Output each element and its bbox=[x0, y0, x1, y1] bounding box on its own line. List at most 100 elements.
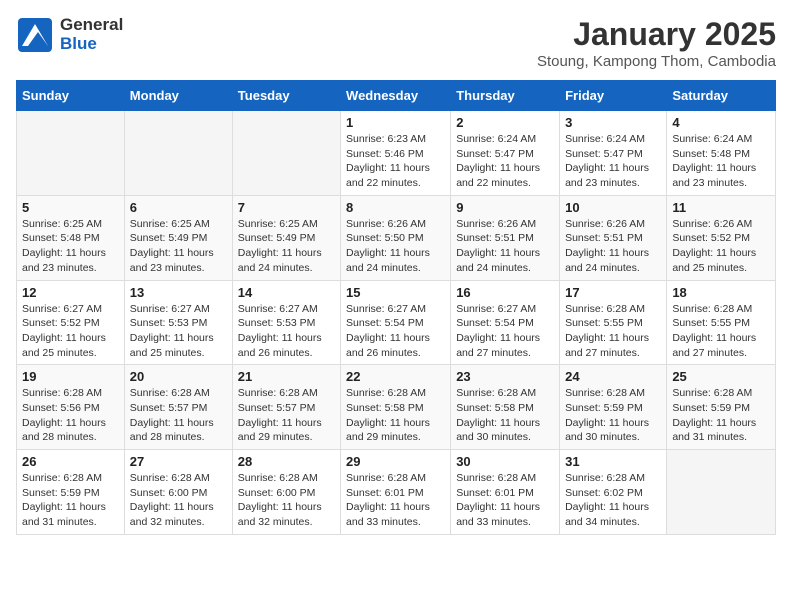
logo-general-text: General bbox=[60, 16, 123, 35]
day-number: 10 bbox=[565, 200, 661, 215]
day-number: 19 bbox=[22, 369, 119, 384]
calendar-cell: 8 Sunrise: 6:26 AM Sunset: 5:50 PM Daylig… bbox=[341, 195, 451, 280]
day-number: 31 bbox=[565, 454, 661, 469]
day-number: 23 bbox=[456, 369, 554, 384]
calendar-cell: 29 Sunrise: 6:28 AM Sunset: 6:01 PM Dayli… bbox=[341, 450, 451, 535]
day-info: Sunrise: 6:24 AM Sunset: 5:47 PM Dayligh… bbox=[456, 132, 554, 191]
day-number: 4 bbox=[672, 115, 770, 130]
calendar-cell bbox=[667, 450, 776, 535]
calendar-cell: 31 Sunrise: 6:28 AM Sunset: 6:02 PM Dayli… bbox=[560, 450, 667, 535]
day-number: 7 bbox=[238, 200, 335, 215]
day-number: 17 bbox=[565, 285, 661, 300]
logo: General Blue bbox=[16, 16, 123, 54]
day-number: 1 bbox=[346, 115, 445, 130]
day-info: Sunrise: 6:28 AM Sunset: 5:58 PM Dayligh… bbox=[346, 386, 445, 445]
day-info: Sunrise: 6:28 AM Sunset: 6:01 PM Dayligh… bbox=[456, 471, 554, 530]
calendar-week-row: 5Sunrise: 6:25 AM Sunset: 5:48 PM Daylig… bbox=[17, 195, 776, 280]
day-number: 27 bbox=[130, 454, 227, 469]
month-title: January 2025 bbox=[537, 16, 776, 53]
day-number: 12 bbox=[22, 285, 119, 300]
day-info: Sunrise: 6:27 AM Sunset: 5:54 PM Dayligh… bbox=[456, 302, 554, 361]
day-number: 30 bbox=[456, 454, 554, 469]
day-info: Sunrise: 6:28 AM Sunset: 6:00 PM Dayligh… bbox=[238, 471, 335, 530]
day-number: 15 bbox=[346, 285, 445, 300]
day-number: 20 bbox=[130, 369, 227, 384]
day-info: Sunrise: 6:25 AM Sunset: 5:49 PM Dayligh… bbox=[238, 217, 335, 276]
calendar-cell: 9Sunrise: 6:26 AM Sunset: 5:51 PM Daylig… bbox=[451, 195, 560, 280]
day-number: 8 bbox=[346, 200, 445, 215]
calendar-cell: 13 Sunrise: 6:27 AM Sunset: 5:53 PM Dayli… bbox=[124, 280, 232, 365]
calendar-cell: 19 Sunrise: 6:28 AM Sunset: 5:56 PM Dayli… bbox=[17, 365, 125, 450]
calendar-cell: 23 Sunrise: 6:28 AM Sunset: 5:58 PM Dayli… bbox=[451, 365, 560, 450]
weekday-header-friday: Friday bbox=[560, 81, 667, 111]
day-info: Sunrise: 6:28 AM Sunset: 6:01 PM Dayligh… bbox=[346, 471, 445, 530]
day-info: Sunrise: 6:25 AM Sunset: 5:48 PM Dayligh… bbox=[22, 217, 119, 276]
calendar-week-row: 19 Sunrise: 6:28 AM Sunset: 5:56 PM Dayli… bbox=[17, 365, 776, 450]
day-number: 16 bbox=[456, 285, 554, 300]
day-number: 13 bbox=[130, 285, 227, 300]
day-info: Sunrise: 6:26 AM Sunset: 5:51 PM Dayligh… bbox=[565, 217, 661, 276]
calendar-week-row: 26Sunrise: 6:28 AM Sunset: 5:59 PM Dayli… bbox=[17, 450, 776, 535]
calendar-cell: 1 Sunrise: 6:23 AM Sunset: 5:46 PM Daylig… bbox=[341, 111, 451, 196]
day-info: Sunrise: 6:26 AM Sunset: 5:52 PM Dayligh… bbox=[672, 217, 770, 276]
calendar-cell: 22 Sunrise: 6:28 AM Sunset: 5:58 PM Dayli… bbox=[341, 365, 451, 450]
calendar-cell: 20Sunrise: 6:28 AM Sunset: 5:57 PM Dayli… bbox=[124, 365, 232, 450]
day-info: Sunrise: 6:28 AM Sunset: 6:02 PM Dayligh… bbox=[565, 471, 661, 530]
calendar-cell: 24 Sunrise: 6:28 AM Sunset: 5:59 PM Dayli… bbox=[560, 365, 667, 450]
calendar-cell: 17 Sunrise: 6:28 AM Sunset: 5:55 PM Dayli… bbox=[560, 280, 667, 365]
location-title: Stoung, Kampong Thom, Cambodia bbox=[537, 53, 776, 70]
calendar-cell: 12 Sunrise: 6:27 AM Sunset: 5:52 PM Dayli… bbox=[17, 280, 125, 365]
day-info: Sunrise: 6:28 AM Sunset: 5:56 PM Dayligh… bbox=[22, 386, 119, 445]
calendar-cell: 4 Sunrise: 6:24 AM Sunset: 5:48 PM Daylig… bbox=[667, 111, 776, 196]
day-number: 25 bbox=[672, 369, 770, 384]
calendar-header-row: SundayMondayTuesdayWednesdayThursdayFrid… bbox=[17, 81, 776, 111]
day-number: 24 bbox=[565, 369, 661, 384]
weekday-header-thursday: Thursday bbox=[451, 81, 560, 111]
weekday-header-wednesday: Wednesday bbox=[341, 81, 451, 111]
calendar-cell: 7 Sunrise: 6:25 AM Sunset: 5:49 PM Daylig… bbox=[232, 195, 340, 280]
calendar-cell bbox=[124, 111, 232, 196]
day-number: 28 bbox=[238, 454, 335, 469]
day-number: 2 bbox=[456, 115, 554, 130]
weekday-header-tuesday: Tuesday bbox=[232, 81, 340, 111]
day-number: 14 bbox=[238, 285, 335, 300]
calendar-cell bbox=[232, 111, 340, 196]
calendar-cell: 3 Sunrise: 6:24 AM Sunset: 5:47 PM Daylig… bbox=[560, 111, 667, 196]
calendar-cell: 10 Sunrise: 6:26 AM Sunset: 5:51 PM Dayli… bbox=[560, 195, 667, 280]
day-info: Sunrise: 6:28 AM Sunset: 5:55 PM Dayligh… bbox=[672, 302, 770, 361]
calendar-cell: 16 Sunrise: 6:27 AM Sunset: 5:54 PM Dayli… bbox=[451, 280, 560, 365]
day-number: 21 bbox=[238, 369, 335, 384]
day-info: Sunrise: 6:28 AM Sunset: 5:58 PM Dayligh… bbox=[456, 386, 554, 445]
logo-blue-text: Blue bbox=[60, 35, 123, 54]
page-header: General Blue January 2025 Stoung, Kampon… bbox=[16, 16, 776, 70]
day-info: Sunrise: 6:27 AM Sunset: 5:53 PM Dayligh… bbox=[130, 302, 227, 361]
day-info: Sunrise: 6:24 AM Sunset: 5:48 PM Dayligh… bbox=[672, 132, 770, 191]
day-info: Sunrise: 6:28 AM Sunset: 6:00 PM Dayligh… bbox=[130, 471, 227, 530]
calendar-cell: 18 Sunrise: 6:28 AM Sunset: 5:55 PM Dayli… bbox=[667, 280, 776, 365]
calendar-cell: 28 Sunrise: 6:28 AM Sunset: 6:00 PM Dayli… bbox=[232, 450, 340, 535]
day-number: 29 bbox=[346, 454, 445, 469]
day-number: 3 bbox=[565, 115, 661, 130]
calendar-cell: 11 Sunrise: 6:26 AM Sunset: 5:52 PM Dayli… bbox=[667, 195, 776, 280]
calendar-cell: 21 Sunrise: 6:28 AM Sunset: 5:57 PM Dayli… bbox=[232, 365, 340, 450]
day-info: Sunrise: 6:25 AM Sunset: 5:49 PM Dayligh… bbox=[130, 217, 227, 276]
day-info: Sunrise: 6:27 AM Sunset: 5:52 PM Dayligh… bbox=[22, 302, 119, 361]
weekday-header-sunday: Sunday bbox=[17, 81, 125, 111]
calendar-cell: 26Sunrise: 6:28 AM Sunset: 5:59 PM Dayli… bbox=[17, 450, 125, 535]
day-info: Sunrise: 6:28 AM Sunset: 5:59 PM Dayligh… bbox=[22, 471, 119, 530]
calendar-week-row: 12 Sunrise: 6:27 AM Sunset: 5:52 PM Dayli… bbox=[17, 280, 776, 365]
day-info: Sunrise: 6:28 AM Sunset: 5:59 PM Dayligh… bbox=[672, 386, 770, 445]
day-number: 18 bbox=[672, 285, 770, 300]
day-info: Sunrise: 6:28 AM Sunset: 5:57 PM Dayligh… bbox=[238, 386, 335, 445]
day-info: Sunrise: 6:27 AM Sunset: 5:53 PM Dayligh… bbox=[238, 302, 335, 361]
day-info: Sunrise: 6:28 AM Sunset: 5:55 PM Dayligh… bbox=[565, 302, 661, 361]
day-info: Sunrise: 6:23 AM Sunset: 5:46 PM Dayligh… bbox=[346, 132, 445, 191]
day-number: 11 bbox=[672, 200, 770, 215]
day-info: Sunrise: 6:28 AM Sunset: 5:59 PM Dayligh… bbox=[565, 386, 661, 445]
day-info: Sunrise: 6:27 AM Sunset: 5:54 PM Dayligh… bbox=[346, 302, 445, 361]
day-number: 6 bbox=[130, 200, 227, 215]
day-info: Sunrise: 6:26 AM Sunset: 5:50 PM Dayligh… bbox=[346, 217, 445, 276]
day-info: Sunrise: 6:24 AM Sunset: 5:47 PM Dayligh… bbox=[565, 132, 661, 191]
day-number: 22 bbox=[346, 369, 445, 384]
weekday-header-saturday: Saturday bbox=[667, 81, 776, 111]
